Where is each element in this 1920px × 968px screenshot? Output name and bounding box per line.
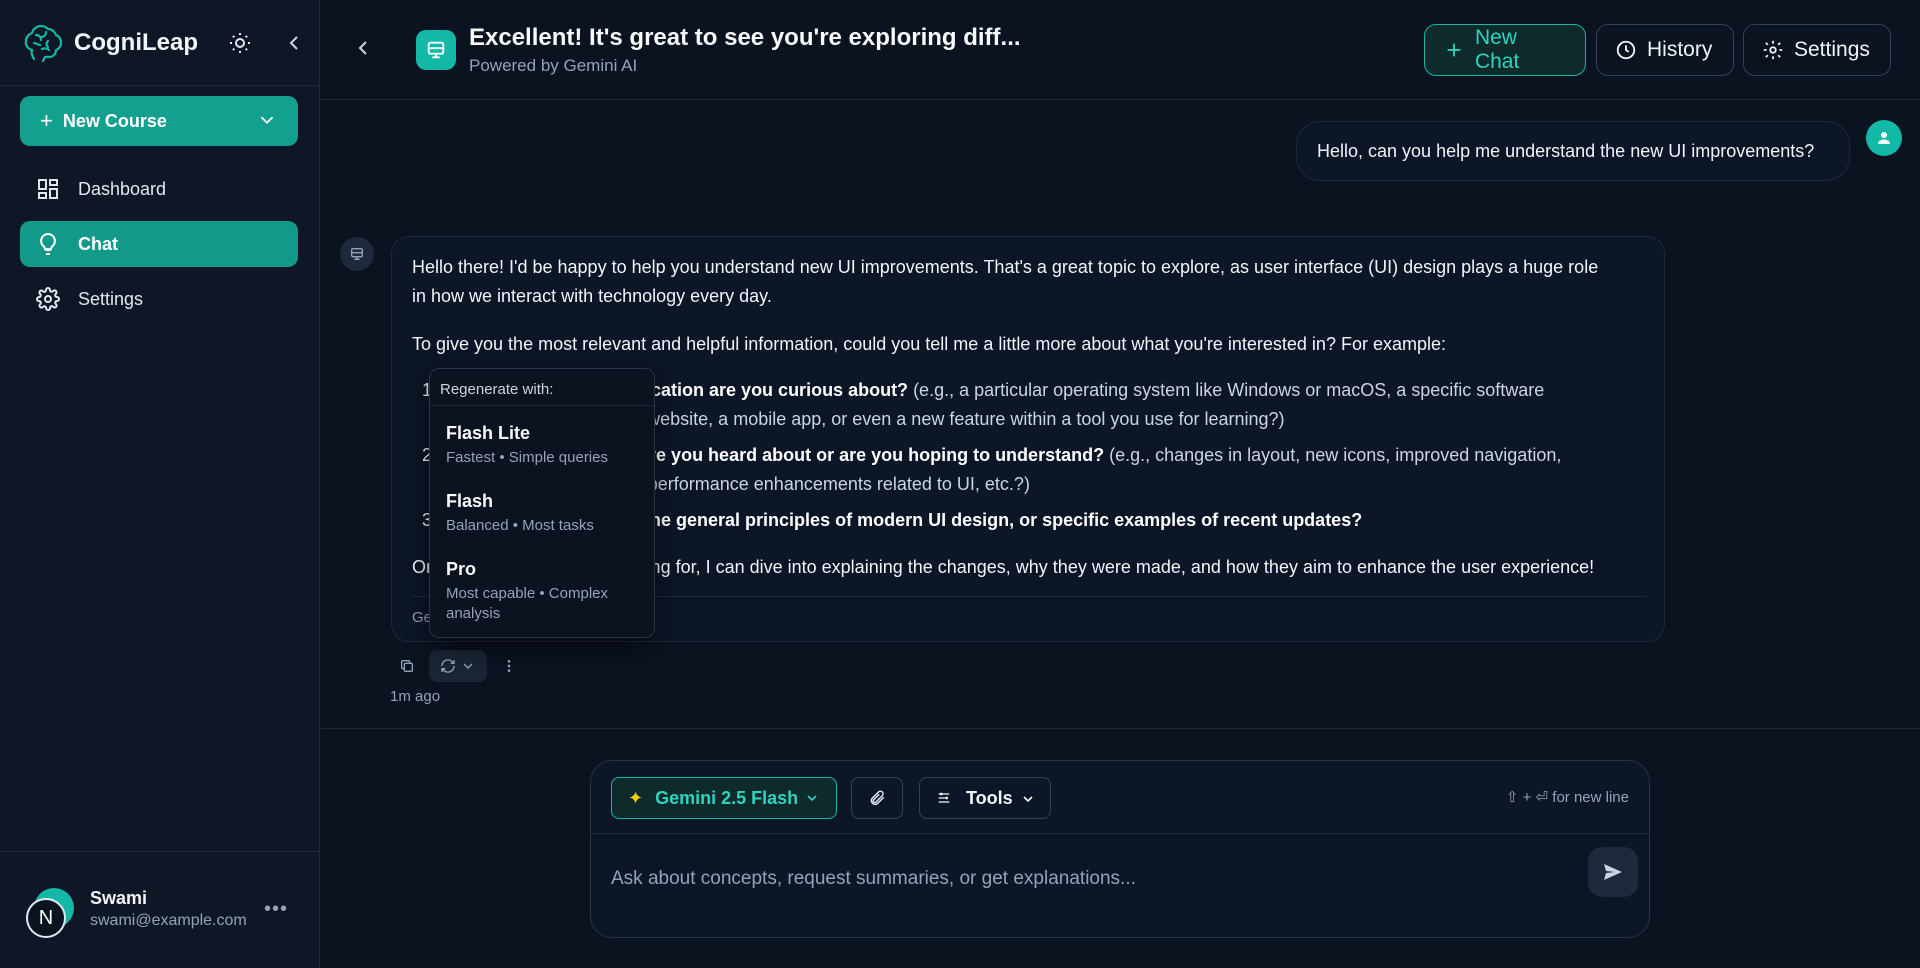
user-message: Hello, can you help me understand the ne… — [1296, 121, 1850, 181]
gear-icon — [36, 287, 60, 311]
user-message-text: Hello, can you help me understand the ne… — [1317, 140, 1815, 161]
regen-option-pro[interactable]: Pro Most capable • Complex analysis — [446, 559, 646, 624]
history-label: History — [1647, 38, 1713, 61]
send-icon — [1604, 864, 1622, 880]
sidebar-item-settings[interactable]: Settings — [20, 276, 298, 322]
sidebar-item-label: Dashboard — [78, 178, 167, 199]
new-chat-label: New Chat — [1474, 26, 1520, 73]
text-line: Hello there! I'd be happy to help you un… — [412, 257, 1599, 277]
new-course-label: New Course — [62, 110, 167, 131]
attach-button[interactable] — [851, 777, 903, 819]
user-name: Swami — [90, 888, 148, 908]
chevron-down-icon — [807, 795, 817, 802]
page-subtitle: Powered by Gemini AI — [469, 56, 638, 75]
brand: CogniLeap — [20, 20, 300, 66]
page-title: Excellent! It's great to see you're expl… — [469, 24, 1021, 51]
divider — [321, 728, 1920, 729]
copy-icon — [401, 660, 413, 672]
divider — [0, 851, 320, 852]
list-rest: (e.g., changes in layout, new icons, imp… — [1104, 445, 1562, 465]
option-desc: Balanced • Most tasks — [446, 517, 594, 534]
user-avatar-icon — [1866, 120, 1902, 156]
model-label: Gemini 2.5 Flash — [655, 787, 799, 808]
sidebar-item-label: Chat — [78, 233, 118, 254]
tools-button[interactable]: Tools — [919, 777, 1051, 819]
refresh-icon — [441, 659, 455, 673]
history-button[interactable]: History — [1596, 24, 1734, 76]
message-timestamp: 1m ago — [390, 688, 441, 705]
sidebar-item-dashboard[interactable]: Dashboard — [20, 166, 298, 212]
assistant-paragraph: Hello there! I'd be happy to help you un… — [412, 253, 1652, 311]
plus-icon: + — [40, 108, 53, 133]
tools-label: Tools — [966, 787, 1013, 808]
option-title: Pro — [446, 559, 477, 579]
divider — [430, 405, 654, 406]
message-composer: ✦ Gemini 2.5 Flash Tools ⇧ + ⏎ for new l… — [590, 760, 1650, 938]
regen-option-flash[interactable]: Flash Balanced • Most tasks — [446, 491, 646, 536]
chevron-down-icon — [1023, 796, 1033, 803]
plus-icon — [1447, 43, 1461, 57]
brain-logo-icon — [24, 24, 63, 63]
regenerate-button[interactable] — [429, 650, 487, 682]
more-options-button[interactable] — [493, 650, 525, 682]
settings-label: Settings — [1794, 38, 1870, 61]
option-title: Flash Lite — [446, 423, 531, 443]
lightbulb-icon — [40, 232, 56, 255]
text-line: in how we interact with technology every… — [412, 286, 772, 306]
sliders-icon — [938, 792, 950, 803]
divider — [591, 833, 1649, 834]
sun-icon[interactable] — [228, 31, 252, 55]
regenerate-menu: Regenerate with: Flash Lite Fastest • Si… — [429, 368, 655, 638]
option-desc: Fastest • Simple queries — [446, 449, 608, 466]
sidebar: CogniLeap + New Course Dashboard Chat Se… — [0, 0, 320, 968]
regenerate-menu-heading: Regenerate with: — [440, 381, 554, 398]
list-rest: (e.g., a particular operating system lik… — [908, 380, 1545, 400]
sparkle-icon: ✦ — [628, 787, 644, 808]
bot-icon — [340, 237, 374, 271]
user-email: swami@example.com — [90, 912, 247, 929]
user-profile[interactable]: N Swami swami@example.com ••• — [24, 888, 304, 948]
regen-option-flash-lite[interactable]: Flash Lite Fastest • Simple queries — [446, 423, 646, 468]
chevron-down-icon — [463, 663, 473, 669]
option-desc: Most capable • Complex analysis — [446, 585, 608, 622]
newline-hint: ⇧ + ⏎ for new line — [1505, 789, 1629, 806]
paperclip-icon — [870, 790, 885, 806]
bot-icon — [416, 30, 456, 70]
chat-header: Excellent! It's great to see you're expl… — [321, 0, 1920, 100]
clock-icon — [1616, 40, 1636, 60]
chevron-left-icon[interactable] — [351, 36, 375, 60]
more-horizontal-icon[interactable]: ••• — [264, 898, 288, 921]
more-vertical-icon — [507, 660, 511, 672]
model-selector[interactable]: ✦ Gemini 2.5 Flash — [611, 777, 837, 819]
sidebar-item-label: Settings — [78, 288, 144, 309]
assistant-paragraph: To give you the most relevant and helpfu… — [412, 334, 1446, 354]
divider — [0, 85, 320, 86]
copy-button[interactable] — [391, 650, 423, 682]
gear-icon — [1763, 40, 1783, 60]
message-actions — [391, 650, 525, 682]
new-course-button[interactable]: + New Course — [20, 96, 298, 146]
send-button[interactable] — [1588, 847, 1638, 897]
sidebar-item-chat[interactable]: Chat — [20, 221, 298, 267]
dashboard-icon — [38, 179, 58, 199]
settings-button[interactable]: Settings — [1743, 24, 1891, 76]
avatar-initial: N — [26, 898, 66, 938]
option-title: Flash — [446, 491, 494, 511]
new-chat-button[interactable]: New Chat — [1424, 24, 1586, 76]
brand-name: CogniLeap — [74, 29, 198, 56]
chevron-down-icon — [260, 116, 274, 125]
message-input[interactable] — [611, 859, 1571, 899]
chevron-left-icon[interactable] — [282, 31, 306, 55]
avatar: N — [24, 888, 74, 938]
